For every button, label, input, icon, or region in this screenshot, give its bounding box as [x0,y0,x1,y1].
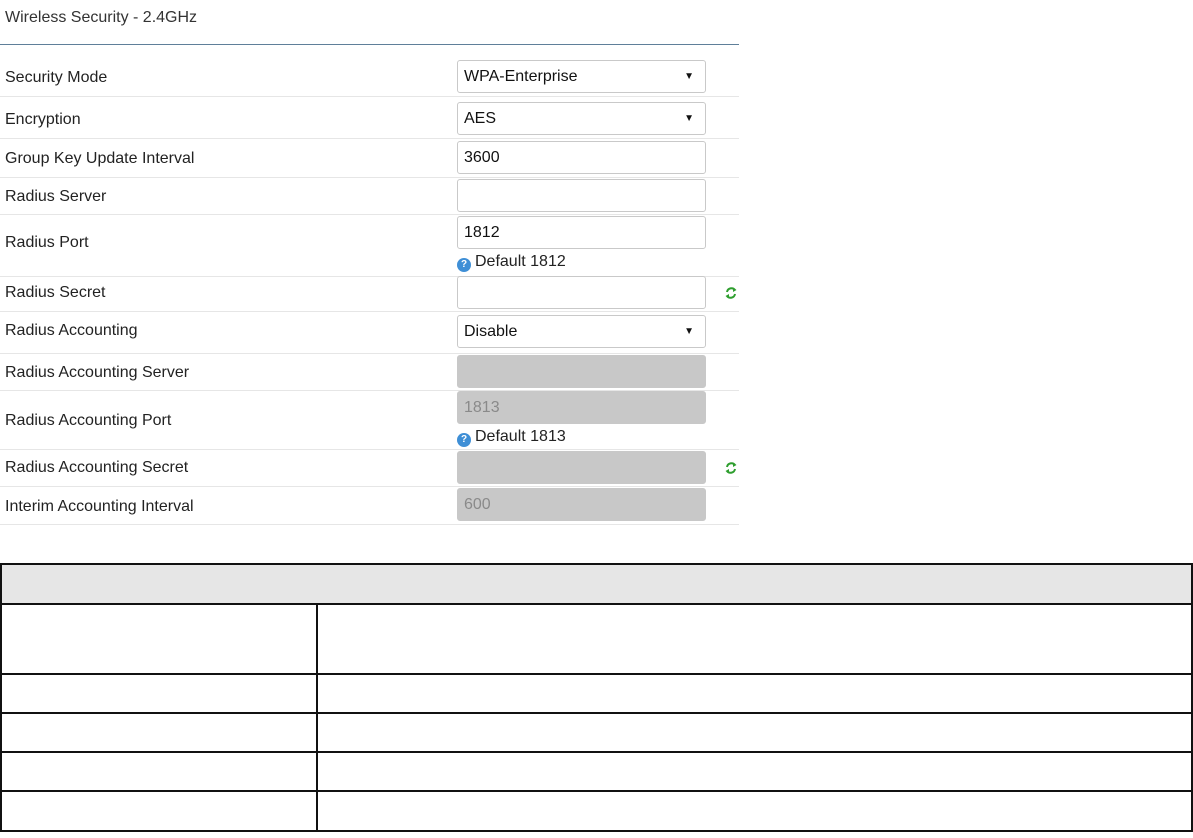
radius-accounting-secret-input[interactable] [457,451,706,484]
row-interim-accounting-interval: Interim Accounting Interval 600 [0,487,739,525]
radius-secret-label: Radius Secret [5,284,106,301]
radius-accounting-server-input[interactable] [457,355,706,388]
radius-accounting-label: Radius Accounting [5,322,138,339]
table-row [0,712,1193,753]
row-radius-accounting: Radius Accounting Disable ▼ [0,312,739,354]
group-key-update-interval-label: Group Key Update Interval [5,150,195,167]
radius-server-input[interactable] [457,179,706,212]
reference-table [0,563,1193,832]
table-cell [0,712,318,753]
table-cell [0,790,318,832]
interim-accounting-interval-label: Interim Accounting Interval [5,498,194,515]
radius-accounting-port-hint: ? Default 1813 [457,428,566,447]
page-title: Wireless Security - 2.4GHz [5,9,198,26]
security-mode-select[interactable]: WPA-Enterprise ▼ [457,60,706,93]
refresh-icon[interactable] [724,461,738,475]
radius-port-label: Radius Port [5,234,89,251]
radius-accounting-server-label: Radius Accounting Server [5,364,190,381]
encryption-select[interactable]: AES ▼ [457,102,706,135]
row-group-key-update-interval: Group Key Update Interval 3600 [0,139,739,178]
row-radius-port: Radius Port 1812 ? Default 1812 [0,215,739,277]
radius-accounting-secret-label: Radius Accounting Secret [5,459,189,476]
radius-accounting-port-label: Radius Accounting Port [5,412,172,429]
radius-accounting-port-input[interactable]: 1813 [457,391,706,424]
table-cell [316,712,1193,753]
row-radius-secret: Radius Secret [0,276,739,312]
question-circle-icon: ? [457,258,471,272]
row-radius-accounting-port: Radius Accounting Port 1813 ? Default 181… [0,391,739,450]
chevron-down-icon: ▼ [684,326,694,337]
chevron-down-icon: ▼ [684,113,694,124]
table-row [0,673,1193,714]
row-radius-accounting-secret: Radius Accounting Secret [0,450,739,487]
table-cell [316,603,1193,675]
chevron-down-icon: ▼ [684,71,694,82]
encryption-label: Encryption [5,111,81,128]
table-row [0,751,1193,792]
table-cell [0,673,318,714]
group-key-update-interval-input[interactable]: 3600 [457,141,706,174]
radius-port-hint-text: Default 1812 [475,253,566,270]
encryption-value: AES [464,110,497,127]
row-radius-accounting-server: Radius Accounting Server [0,354,739,391]
row-security-mode: Security Mode WPA-Enterprise ▼ [0,58,739,97]
question-circle-icon: ? [457,433,471,447]
radius-port-input[interactable]: 1812 [457,216,706,249]
table-cell [316,790,1193,832]
row-radius-server: Radius Server [0,178,739,215]
interim-accounting-interval-input[interactable]: 600 [457,488,706,521]
radius-server-label: Radius Server [5,188,107,205]
refresh-icon[interactable] [724,286,738,300]
radius-accounting-value: Disable [464,323,518,340]
table-header [0,563,1193,605]
table-cell [316,673,1193,714]
radius-accounting-select[interactable]: Disable ▼ [457,315,706,348]
title-divider [0,44,739,45]
table-row [0,603,1193,675]
radius-accounting-port-hint-text: Default 1813 [475,428,566,445]
security-mode-label: Security Mode [5,69,108,86]
table-cell [0,751,318,792]
table-cell [316,751,1193,792]
table-row [0,790,1193,832]
table-cell [0,603,318,675]
radius-port-hint: ? Default 1812 [457,253,566,272]
row-encryption: Encryption AES ▼ [0,97,739,139]
radius-secret-input[interactable] [457,276,706,309]
security-mode-value: WPA-Enterprise [464,68,578,85]
